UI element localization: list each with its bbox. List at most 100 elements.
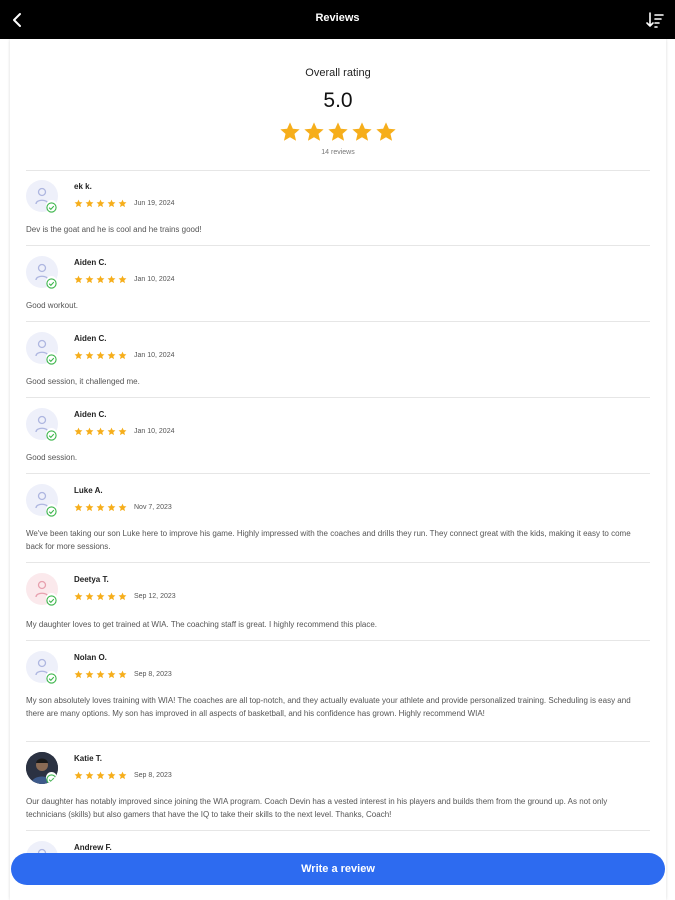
divider	[26, 245, 650, 246]
review-stars	[74, 503, 127, 512]
review-text: We've been taking our son Luke here to i…	[26, 529, 631, 551]
review-date: Nov 7, 2023	[134, 504, 172, 511]
star-icon	[107, 503, 116, 512]
review-stars	[74, 275, 127, 284]
review-item: Katie T. Sep 8, 2023 Our daughter has no…	[26, 752, 650, 831]
review-date: Jun 19, 2024	[134, 200, 175, 207]
reviewer-name: Aiden C.	[74, 258, 107, 267]
review-stars	[74, 592, 127, 601]
review-date: Sep 8, 2023	[134, 772, 172, 779]
star-icon	[107, 351, 116, 360]
reviewer-name: Andrew F.	[74, 843, 112, 852]
review-stars	[74, 199, 127, 208]
reviewer-name: Luke A.	[74, 486, 103, 495]
avatar	[26, 408, 58, 441]
star-icon	[107, 670, 116, 679]
reviewer-name: Aiden C.	[74, 334, 107, 343]
star-icon	[85, 427, 94, 436]
star-icon	[85, 592, 94, 601]
review-count: 14 reviews	[321, 149, 355, 156]
star-icon	[118, 503, 127, 512]
review-date: Jan 10, 2024	[134, 276, 175, 283]
star-icon	[118, 351, 127, 360]
review-item: Aiden C. Jan 10, 2024 Good session.	[26, 408, 650, 474]
review-text: Good session.	[26, 453, 78, 462]
verified-check-icon	[46, 506, 57, 517]
star-icon	[118, 427, 127, 436]
star-icon	[107, 592, 116, 601]
star-icon	[85, 199, 94, 208]
sort-icon[interactable]	[645, 10, 665, 30]
review-text: Good workout.	[26, 301, 79, 310]
review-stars	[74, 771, 127, 780]
star-icon	[74, 771, 83, 780]
star-icon	[85, 351, 94, 360]
avatar	[26, 651, 58, 684]
review-item: Aiden C. Jan 10, 2024 Good session, it c…	[26, 332, 650, 398]
review-date: Sep 12, 2023	[134, 593, 176, 600]
star-icon	[96, 670, 105, 679]
star-icon	[96, 199, 105, 208]
star-icon	[74, 351, 83, 360]
avatar	[26, 332, 58, 365]
review-stars	[74, 351, 127, 360]
reviews-card: Overall rating 5.0 14 reviews ek k. Jun …	[10, 39, 666, 900]
star-icon	[96, 351, 105, 360]
star-icon	[96, 771, 105, 780]
avatar	[26, 256, 58, 289]
overall-rating-label: Overall rating	[305, 67, 371, 79]
star-icon	[96, 275, 105, 284]
review-item: Luke A. Nov 7, 2023 We've been taking ou…	[26, 484, 650, 563]
page-title: Reviews	[315, 12, 360, 24]
star-icon	[107, 275, 116, 284]
star-icon	[107, 199, 116, 208]
star-icon	[280, 122, 300, 141]
review-date: Jan 10, 2024	[134, 428, 175, 435]
review-item: Nolan O. Sep 8, 2023 My son absolutely l…	[26, 651, 650, 742]
star-icon	[107, 771, 116, 780]
star-icon	[118, 199, 127, 208]
divider	[26, 640, 650, 641]
reviewer-name: Aiden C.	[74, 410, 107, 419]
star-icon	[96, 503, 105, 512]
star-icon	[85, 670, 94, 679]
star-icon	[96, 592, 105, 601]
star-icon	[118, 592, 127, 601]
review-item: Aiden C. Jan 10, 2024 Good workout.	[26, 256, 650, 322]
review-date: Sep 8, 2023	[134, 671, 172, 678]
divider	[26, 830, 650, 831]
divider	[26, 473, 650, 474]
avatar	[26, 484, 58, 517]
star-icon	[107, 427, 116, 436]
avatar	[26, 573, 58, 606]
star-icon	[352, 122, 372, 141]
review-text: My daughter loves to get trained at WIA.…	[26, 620, 377, 629]
overall-stars	[10, 121, 666, 143]
reviewer-name: ek k.	[74, 182, 92, 191]
star-icon	[85, 275, 94, 284]
divider	[26, 397, 650, 398]
verified-check-icon	[46, 774, 57, 784]
reviewer-name: Katie T.	[74, 754, 103, 763]
star-icon	[96, 427, 105, 436]
review-text: Good session, it challenged me.	[26, 377, 140, 386]
write-review-button[interactable]: Write a review	[11, 853, 665, 885]
verified-check-icon	[46, 595, 57, 606]
divider	[26, 562, 650, 563]
reviewer-name: Nolan O.	[74, 653, 107, 662]
verified-check-icon	[46, 278, 57, 289]
verified-check-icon	[46, 354, 57, 365]
star-icon	[74, 199, 83, 208]
avatar	[26, 180, 58, 213]
verified-check-icon	[46, 202, 57, 213]
review-text: Our daughter has notably improved since …	[26, 797, 608, 819]
reviewer-name: Deetya T.	[74, 575, 109, 584]
top-bar: Reviews	[0, 0, 675, 39]
review-item: Deetya T. Sep 12, 2023 My daughter loves…	[26, 573, 650, 641]
star-icon	[85, 771, 94, 780]
avatar-photo	[26, 752, 58, 784]
star-icon	[118, 771, 127, 780]
overall-rating-score: 5.0	[323, 89, 353, 112]
divider	[26, 170, 650, 171]
review-stars	[74, 427, 127, 436]
